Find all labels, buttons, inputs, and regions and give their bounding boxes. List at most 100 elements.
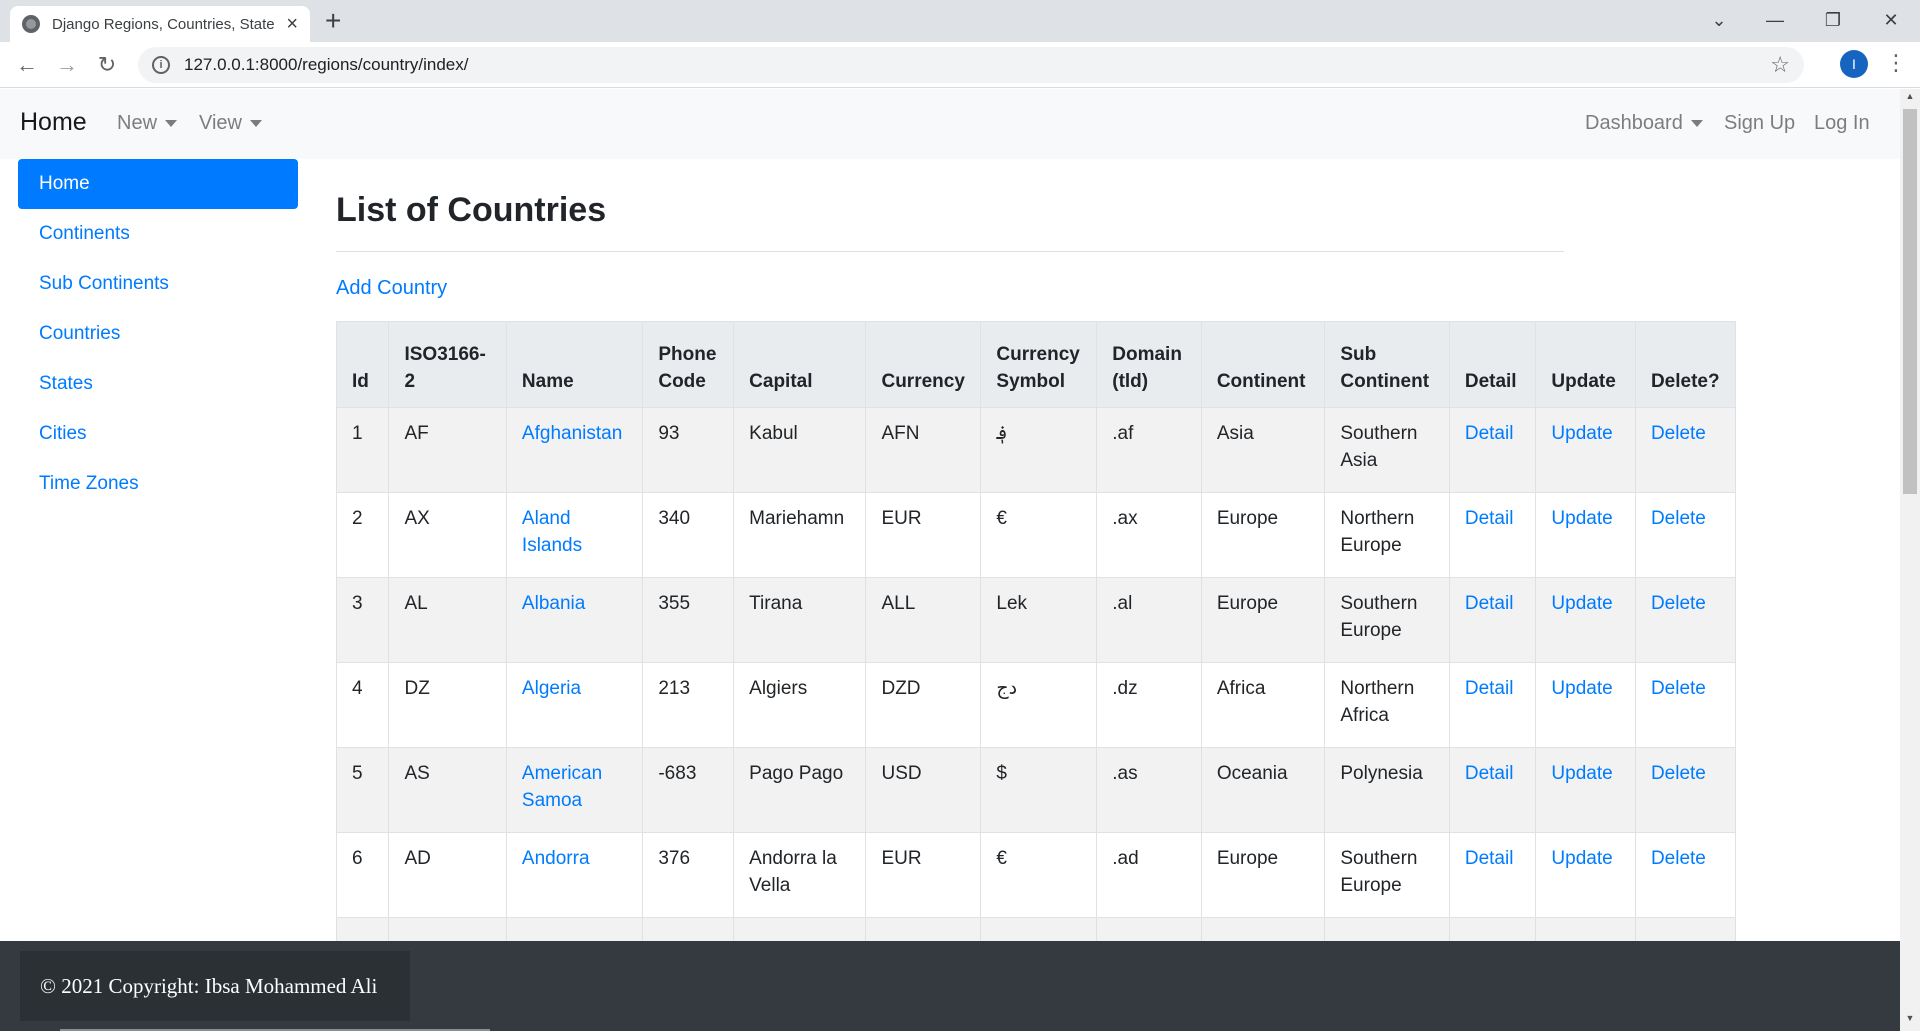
update-link[interactable]: Update — [1535, 577, 1636, 663]
page-scrollbar[interactable]: ▲ ▼ — [1900, 89, 1920, 1031]
cell-phone-code: -683 — [642, 747, 735, 833]
delete-link[interactable]: Delete — [1634, 577, 1737, 663]
cell-id: 4 — [335, 662, 390, 748]
country-name-link[interactable]: Albania — [505, 577, 644, 663]
address-bar[interactable]: i 127.0.0.1:8000/regions/country/index/ … — [138, 47, 1804, 83]
bookmark-star-icon[interactable]: ☆ — [1770, 52, 1790, 78]
cell-phone-code: 376 — [642, 832, 735, 918]
col-header-domain: Domain (tld) — [1096, 321, 1202, 408]
cell-capital: Mariehamn — [733, 492, 867, 578]
sidebar-item-countries[interactable]: Countries — [18, 309, 298, 359]
cell-iso: AD — [388, 832, 507, 918]
detail-link[interactable]: Detail — [1448, 492, 1537, 578]
cell-domain: .dz — [1096, 662, 1202, 748]
add-country-link[interactable]: Add Country — [336, 277, 447, 300]
cell-id: 2 — [335, 492, 390, 578]
col-header-continent: Continent — [1200, 321, 1326, 408]
col-header-capital: Capital — [733, 321, 867, 408]
window-close-icon[interactable]: ✕ — [1862, 0, 1920, 40]
table-row: 4 DZ Algeria 213 Algiers DZD دج .dz Africa Northe… — [335, 662, 1737, 748]
update-link[interactable]: Update — [1535, 407, 1636, 493]
scroll-down-icon[interactable]: ▼ — [1900, 1013, 1920, 1029]
nav-view-dropdown[interactable]: View — [199, 112, 262, 135]
cell-domain: .ad — [1096, 832, 1202, 918]
site-info-icon[interactable]: i — [152, 56, 170, 74]
restore-icon[interactable]: ❐ — [1804, 0, 1862, 40]
cell-domain: .ax — [1096, 492, 1202, 578]
reload-icon[interactable]: ↻ — [92, 50, 122, 80]
nav-view-label: View — [199, 112, 242, 134]
back-icon[interactable]: ← — [12, 50, 42, 80]
table-header-row: Id ISO3166-2 Name Phone Code Capital Cur… — [335, 321, 1737, 408]
cell-currency-symbol: دج — [980, 662, 1098, 748]
sidebar-item-sub-continents[interactable]: Sub Continents — [18, 259, 298, 309]
col-header-update: Update — [1535, 321, 1636, 408]
caret-down-icon — [250, 120, 262, 128]
country-name-link[interactable]: Aland Islands — [505, 492, 644, 578]
update-link[interactable]: Update — [1535, 832, 1636, 918]
detail-link[interactable]: Detail — [1448, 577, 1537, 663]
cell-phone-code: 340 — [642, 492, 735, 578]
country-name-link[interactable]: Afghanistan — [505, 407, 644, 493]
new-tab-icon[interactable]: + — [325, 5, 341, 37]
cell-capital: Algiers — [733, 662, 867, 748]
country-name-link[interactable]: American Samoa — [505, 747, 644, 833]
cell-iso: AS — [388, 747, 507, 833]
cell-currency: ALL — [865, 577, 982, 663]
top-navbar: Home New View Dashboard Sign Up Log In — [0, 89, 1900, 159]
nav-new-dropdown[interactable]: New — [117, 112, 178, 135]
cell-id: 1 — [335, 407, 390, 493]
cell-id: 3 — [335, 577, 390, 663]
page-viewport: Home New View Dashboard Sign Up Log In H… — [0, 89, 1900, 1031]
browser-tab-strip: Django Regions, Countries, State × + ⌄ —… — [0, 0, 1920, 42]
col-header-name: Name — [505, 321, 644, 408]
scroll-up-icon[interactable]: ▲ — [1900, 91, 1920, 107]
nav-signup-link[interactable]: Sign Up — [1724, 112, 1795, 135]
close-tab-icon[interactable]: × — [286, 13, 298, 36]
delete-link[interactable]: Delete — [1634, 747, 1737, 833]
delete-link[interactable]: Delete — [1634, 492, 1737, 578]
update-link[interactable]: Update — [1535, 492, 1636, 578]
nav-dashboard-dropdown[interactable]: Dashboard — [1585, 112, 1703, 135]
update-link[interactable]: Update — [1535, 747, 1636, 833]
cell-capital: Tirana — [733, 577, 867, 663]
url-text: 127.0.0.1:8000/regions/country/index/ — [184, 55, 469, 74]
country-name-link[interactable]: Andorra — [505, 832, 644, 918]
cell-currency-symbol: € — [980, 492, 1098, 578]
browser-tab[interactable]: Django Regions, Countries, State × — [10, 6, 310, 42]
detail-link[interactable]: Detail — [1448, 407, 1537, 493]
sidebar-item-states[interactable]: States — [18, 359, 298, 409]
country-name-link[interactable]: Algeria — [505, 662, 644, 748]
tab-title: Django Regions, Countries, State — [52, 15, 275, 33]
tab-search-icon[interactable]: ⌄ — [1690, 0, 1748, 40]
detail-link[interactable]: Detail — [1448, 662, 1537, 748]
cell-iso: AL — [388, 577, 507, 663]
scrollbar-thumb[interactable] — [1903, 109, 1917, 494]
profile-avatar[interactable]: I — [1840, 50, 1868, 78]
detail-link[interactable]: Detail — [1448, 832, 1537, 918]
table-row: 3 AL Albania 355 Tirana ALL Lek .al Europe Southe… — [335, 577, 1737, 663]
minimize-icon[interactable]: — — [1746, 0, 1804, 40]
delete-link[interactable]: Delete — [1634, 407, 1737, 493]
cell-capital: Andorra la Vella — [733, 832, 867, 918]
delete-link[interactable]: Delete — [1634, 662, 1737, 748]
cell-iso: AF — [388, 407, 507, 493]
navbar-brand[interactable]: Home — [20, 108, 87, 137]
sidebar-item-continents[interactable]: Continents — [18, 209, 298, 259]
forward-icon[interactable]: → — [52, 50, 82, 80]
cell-continent: Africa — [1200, 662, 1326, 748]
browser-menu-icon[interactable]: ⋮ — [1885, 50, 1907, 76]
col-header-detail: Detail — [1448, 321, 1537, 408]
page-title: List of Countries — [336, 191, 607, 229]
update-link[interactable]: Update — [1535, 662, 1636, 748]
sidebar-item-cities[interactable]: Cities — [18, 409, 298, 459]
cell-continent: Asia — [1200, 407, 1326, 493]
sidebar-item-time-zones[interactable]: Time Zones — [18, 459, 298, 509]
nav-login-link[interactable]: Log In — [1814, 112, 1870, 135]
cell-continent: Oceania — [1200, 747, 1326, 833]
sidebar-item-home[interactable]: Home — [18, 159, 298, 209]
delete-link[interactable]: Delete — [1634, 832, 1737, 918]
col-header-sub-continent: Sub Continent — [1324, 321, 1450, 408]
detail-link[interactable]: Detail — [1448, 747, 1537, 833]
cell-domain: .af — [1096, 407, 1202, 493]
